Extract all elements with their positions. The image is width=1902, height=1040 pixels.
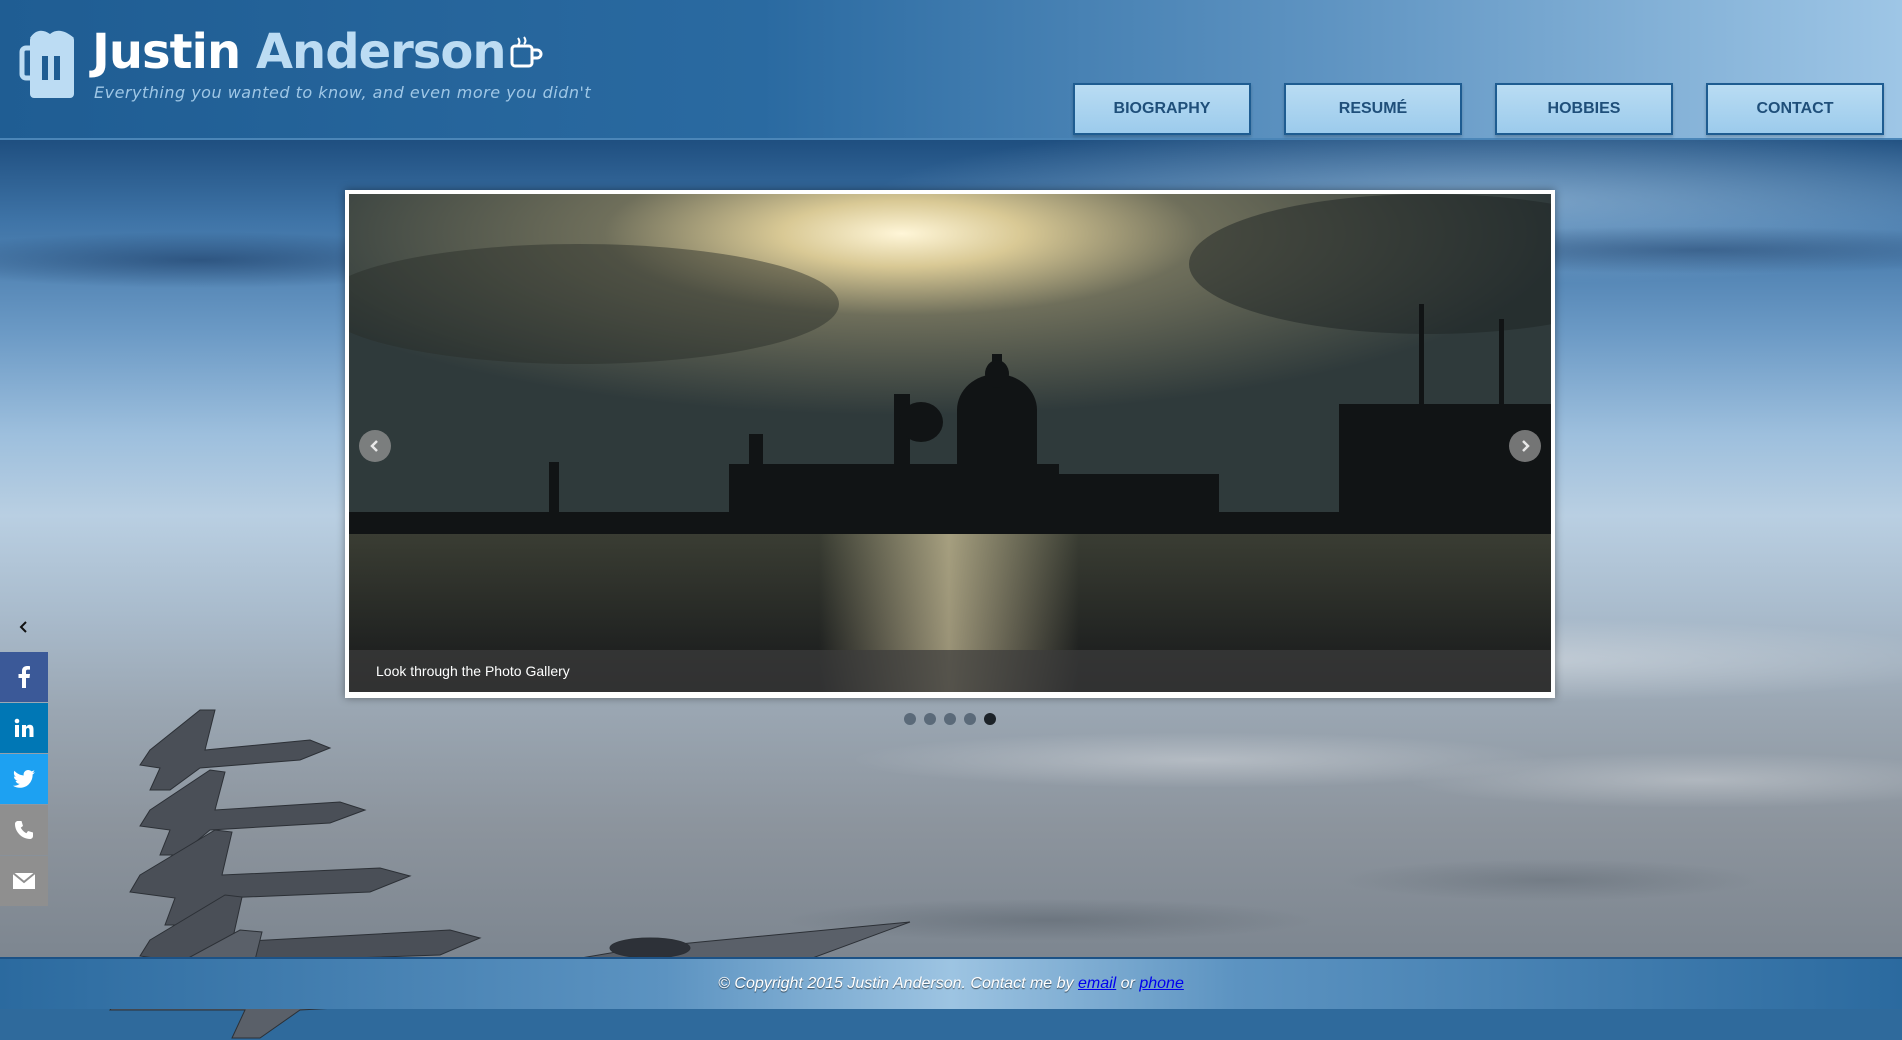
chevron-left-icon xyxy=(19,621,27,633)
facebook-icon xyxy=(18,666,30,688)
venice-sunset-image xyxy=(349,194,1551,692)
copyright-text: © Copyright 2015 Justin Anderson. Contac… xyxy=(718,975,1078,992)
carousel-dot-4[interactable] xyxy=(964,713,976,725)
carousel-indicators xyxy=(904,713,996,725)
email-button[interactable] xyxy=(0,856,48,906)
footer-separator: or xyxy=(1116,975,1140,992)
linkedin-icon xyxy=(14,718,34,737)
caption-bar: Look through the Photo Gallery xyxy=(349,650,1551,692)
social-sidebar xyxy=(0,652,48,907)
site-title[interactable]: Justin Anderson xyxy=(92,24,507,80)
phone-link[interactable]: phone xyxy=(1139,975,1184,992)
phone-button[interactable] xyxy=(0,805,48,855)
carousel-dot-3[interactable] xyxy=(944,713,956,725)
carousel-prev-button[interactable] xyxy=(359,430,391,462)
brand-last-name: Anderson xyxy=(255,24,507,80)
photo-carousel: Look through the Photo Gallery xyxy=(345,190,1555,698)
phone-icon xyxy=(15,821,33,839)
linkedin-button[interactable] xyxy=(0,703,48,753)
email-icon xyxy=(13,873,35,889)
twitter-icon xyxy=(13,770,35,788)
carousel-dot-1[interactable] xyxy=(904,713,916,725)
carousel-slide[interactable]: Look through the Photo Gallery xyxy=(349,194,1551,692)
slide-caption: Look through the Photo Gallery xyxy=(376,663,570,679)
nav-biography[interactable]: BIOGRAPHY xyxy=(1073,83,1251,135)
site-footer: © Copyright 2015 Justin Anderson. Contac… xyxy=(0,957,1902,1009)
chevron-right-icon xyxy=(1522,440,1530,452)
social-collapse-toggle[interactable] xyxy=(14,616,34,638)
beer-mug-logo-icon[interactable] xyxy=(18,26,86,102)
brand-first-name: Justin xyxy=(92,24,241,80)
nav-resume[interactable]: RESUMÉ xyxy=(1284,83,1462,135)
coffee-cup-icon xyxy=(510,36,543,68)
copyright-notice: © Copyright 2015 Justin Anderson. Contac… xyxy=(718,975,1184,993)
carousel-dot-5-active[interactable] xyxy=(984,713,996,725)
email-link[interactable]: email xyxy=(1078,975,1116,992)
carousel-next-button[interactable] xyxy=(1509,430,1541,462)
twitter-button[interactable] xyxy=(0,754,48,804)
nav-contact[interactable]: CONTACT xyxy=(1706,83,1884,135)
chevron-left-icon xyxy=(370,440,378,452)
nav-hobbies[interactable]: HOBBIES xyxy=(1495,83,1673,135)
site-header: Justin Anderson Everything you wanted to… xyxy=(0,0,1902,140)
facebook-button[interactable] xyxy=(0,652,48,702)
carousel-dot-2[interactable] xyxy=(924,713,936,725)
site-tagline: Everything you wanted to know, and even … xyxy=(94,83,592,102)
